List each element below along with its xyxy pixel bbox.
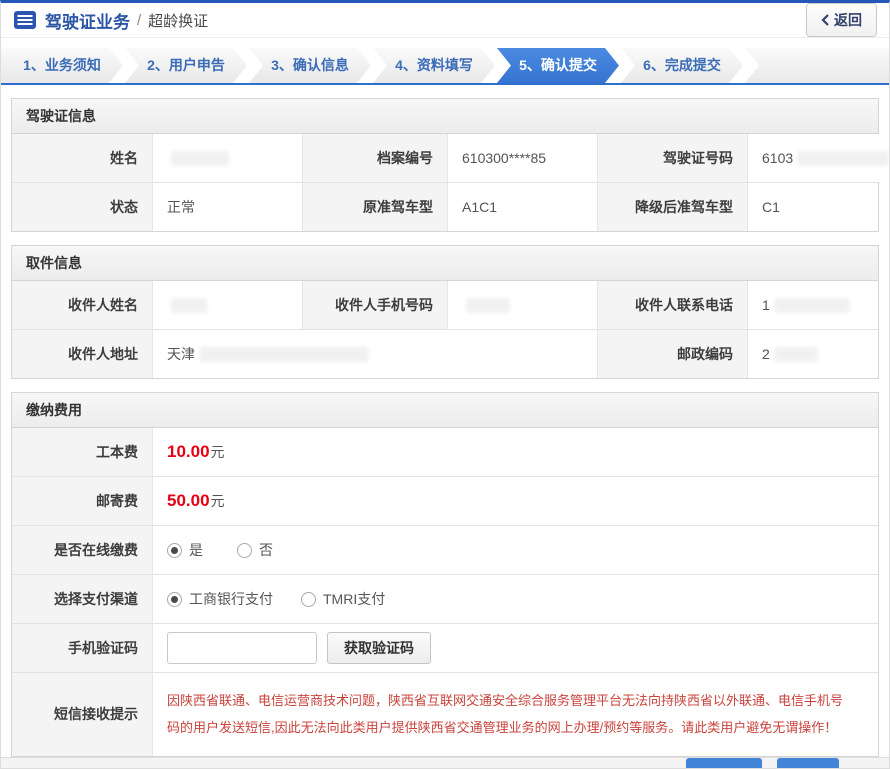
- fee-row-postage: 邮寄费 50.00元: [12, 476, 878, 525]
- footer-bar: 上一步 完成: [1, 757, 889, 769]
- recipient-mobile-label: 收件人手机号码: [302, 281, 447, 329]
- finish-button[interactable]: 完成: [777, 758, 839, 769]
- pay-channel-options: 工商银行支付 TMRI支付: [152, 574, 878, 623]
- downgraded-class-label: 降级后准驾车型: [597, 182, 747, 231]
- step-bar-filler: [745, 48, 889, 83]
- captcha-controls: 获取验证码: [152, 623, 878, 672]
- name-value: [152, 134, 302, 182]
- sms-notice-row: 短信接收提示 因陕西省联通、电信运营商技术问题，陕西省互联网交通安全综合服务管理…: [12, 672, 878, 756]
- recipient-mobile-value: [447, 281, 597, 329]
- breadcrumb-separator: /: [137, 12, 141, 29]
- license-number-redaction: [797, 151, 889, 166]
- top-bar: 驾驶证业务 / 超龄换证 返回: [1, 3, 889, 38]
- status-label: 状态: [12, 182, 152, 231]
- radio-selected-icon[interactable]: [167, 543, 182, 558]
- section-license-info: 驾驶证信息 姓名 档案编号 610300****85 驾驶证号码 6103 状态…: [11, 98, 879, 232]
- license-list-icon: [13, 10, 37, 30]
- pickup-row-1: 收件人姓名 收件人手机号码 收件人联系电话 1: [12, 281, 878, 329]
- captcha-row: 手机验证码 获取验证码: [12, 623, 878, 672]
- back-button-label: 返回: [834, 10, 862, 30]
- name-redaction: [171, 151, 229, 166]
- back-button[interactable]: 返回: [806, 3, 877, 37]
- pickup-row-2: 收件人地址 天津 邮政编码 2: [12, 329, 878, 378]
- pay-channel-label: 选择支付渠道: [12, 574, 152, 623]
- license-row-2: 状态 正常 原准驾车型 A1C1 降级后准驾车型 C1: [12, 182, 878, 231]
- step-tab-1[interactable]: 1、业务须知: [1, 48, 123, 83]
- recipient-phone-redaction: [774, 298, 850, 313]
- radio-unselected-icon[interactable]: [301, 592, 316, 607]
- downgraded-class-value: C1: [747, 182, 878, 231]
- online-payment-row: 是否在线缴费 是 否: [12, 525, 878, 574]
- recipient-address-redaction: [199, 347, 369, 362]
- step-bar: 1、业务须知 2、用户申告 3、确认信息 4、资料填写 5、确认提交 6、完成提…: [1, 48, 889, 85]
- recipient-name-redaction: [171, 298, 207, 313]
- section-payment-title: 缴纳费用: [12, 393, 878, 428]
- original-class-label: 原准驾车型: [302, 182, 447, 231]
- recipient-address-label: 收件人地址: [12, 329, 152, 378]
- radio-selected-icon[interactable]: [167, 592, 182, 607]
- section-payment: 缴纳费用 工本费 10.00元 邮寄费 50.00元 是否在线缴费 是 否 选择…: [11, 392, 879, 757]
- captcha-input[interactable]: [167, 632, 317, 664]
- production-fee-value: 10.00元: [152, 428, 878, 476]
- recipient-phone-label: 收件人联系电话: [597, 281, 747, 329]
- license-number-value: 6103: [747, 134, 890, 182]
- get-captcha-button[interactable]: 获取验证码: [327, 632, 431, 664]
- radio-channel-icbc[interactable]: 工商银行支付: [167, 589, 273, 609]
- step-tab-6[interactable]: 6、完成提交: [621, 48, 743, 83]
- postage-fee-amount: 50.00: [167, 491, 210, 511]
- step-tab-5-active[interactable]: 5、确认提交: [497, 48, 619, 83]
- radio-online-yes-label: 是: [189, 540, 203, 560]
- original-class-value: A1C1: [447, 182, 597, 231]
- sms-notice-value: 因陕西省联通、电信运营商技术问题，陕西省互联网交通安全综合服务管理平台无法向持陕…: [152, 672, 878, 756]
- recipient-name-label: 收件人姓名: [12, 281, 152, 329]
- postcode-label: 邮政编码: [597, 329, 747, 378]
- recipient-mobile-redaction: [466, 298, 510, 313]
- sms-notice-label: 短信接收提示: [12, 672, 152, 756]
- production-fee-amount: 10.00: [167, 442, 210, 462]
- license-number-label: 驾驶证号码: [597, 134, 747, 182]
- production-fee-unit: 元: [211, 442, 225, 462]
- recipient-phone-value: 1: [747, 281, 878, 329]
- previous-step-button[interactable]: 上一步: [686, 758, 762, 769]
- breadcrumb-current: 超龄换证: [148, 10, 208, 31]
- radio-online-no[interactable]: 否: [237, 540, 273, 560]
- step-tab-4[interactable]: 4、资料填写: [373, 48, 495, 83]
- radio-unselected-icon[interactable]: [237, 543, 252, 558]
- license-row-1: 姓名 档案编号 610300****85 驾驶证号码 6103: [12, 134, 878, 182]
- radio-online-yes[interactable]: 是: [167, 540, 203, 560]
- radio-channel-tmri-label: TMRI支付: [323, 589, 385, 609]
- captcha-label: 手机验证码: [12, 623, 152, 672]
- online-payment-options: 是 否: [152, 525, 878, 574]
- file-number-value: 610300****85: [447, 134, 597, 182]
- radio-channel-icbc-label: 工商银行支付: [189, 589, 273, 609]
- postcode-value: 2: [747, 329, 878, 378]
- radio-channel-tmri[interactable]: TMRI支付: [301, 589, 385, 609]
- status-value: 正常: [152, 182, 302, 231]
- sms-notice-text: 因陕西省联通、电信运营商技术问题，陕西省互联网交通安全综合服务管理平台无法向持陕…: [167, 687, 864, 742]
- production-fee-label: 工本费: [12, 428, 152, 476]
- recipient-name-value: [152, 281, 302, 329]
- file-number-label: 档案编号: [302, 134, 447, 182]
- page: 驾驶证业务 / 超龄换证 返回 1、业务须知 2、用户申告 3、确认信息 4、资…: [0, 0, 890, 769]
- page-title: 驾驶证业务: [45, 8, 130, 33]
- section-license-title: 驾驶证信息: [12, 99, 878, 134]
- postcode-redaction: [774, 347, 818, 362]
- fee-row-production: 工本费 10.00元: [12, 428, 878, 476]
- step-tab-3[interactable]: 3、确认信息: [249, 48, 371, 83]
- postage-fee-value: 50.00元: [152, 476, 878, 525]
- recipient-address-value: 天津: [152, 329, 597, 378]
- online-payment-label: 是否在线缴费: [12, 525, 152, 574]
- pay-channel-row: 选择支付渠道 工商银行支付 TMRI支付: [12, 574, 878, 623]
- postage-fee-label: 邮寄费: [12, 476, 152, 525]
- section-pickup-title: 取件信息: [12, 246, 878, 281]
- postage-fee-unit: 元: [211, 491, 225, 511]
- section-pickup-info: 取件信息 收件人姓名 收件人手机号码 收件人联系电话 1 收件人地址 天津 邮政…: [11, 245, 879, 379]
- radio-online-no-label: 否: [259, 540, 273, 560]
- name-label: 姓名: [12, 134, 152, 182]
- step-tab-2[interactable]: 2、用户申告: [125, 48, 247, 83]
- chevron-left-icon: [821, 14, 829, 26]
